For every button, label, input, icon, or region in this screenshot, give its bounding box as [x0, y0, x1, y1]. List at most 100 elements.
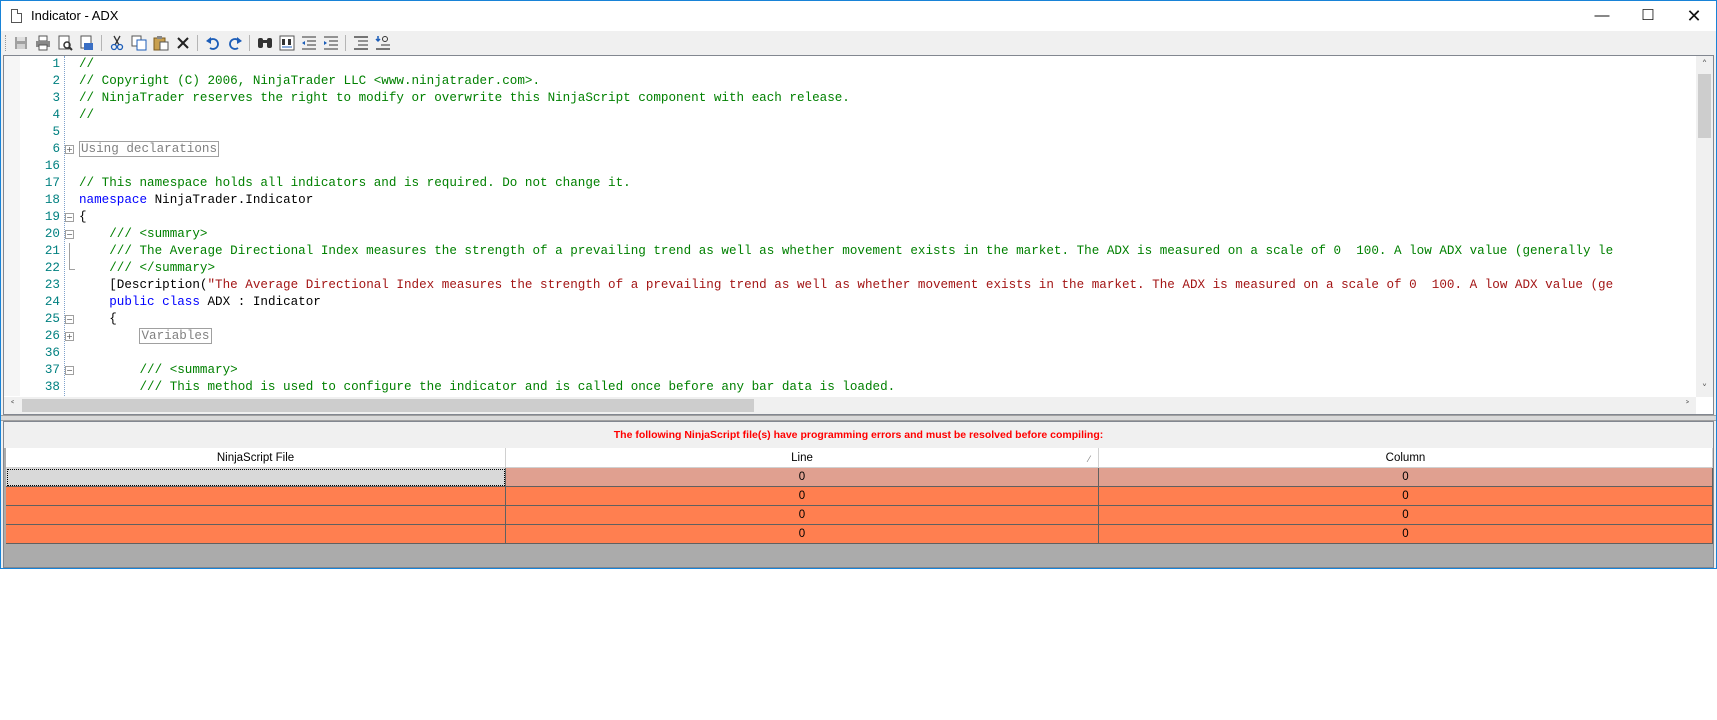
line-number: 4: [52, 108, 60, 122]
error-cell-column[interactable]: 0: [1099, 506, 1713, 525]
code-line[interactable]: 6 + Using declarations: [4, 141, 1694, 158]
error-cell-line[interactable]: 0: [506, 487, 1099, 506]
expand-region-icon[interactable]: +: [65, 145, 74, 154]
scroll-right-icon[interactable]: ˃: [1679, 397, 1696, 414]
fold-line-marker: [69, 243, 70, 260]
column-header-line[interactable]: Line ⁄: [506, 448, 1099, 468]
code-line[interactable]: 36: [4, 345, 1694, 362]
find-icon[interactable]: [257, 35, 273, 51]
line-number: 25: [44, 312, 60, 326]
error-cell-line[interactable]: 0: [506, 468, 1099, 487]
error-cell-column[interactable]: 0: [1099, 487, 1713, 506]
line-number: 20: [44, 227, 60, 241]
code-text: /// The Average Directional Index measur…: [79, 243, 1613, 260]
column-header-line-label: Line: [791, 452, 813, 464]
code-editor[interactable]: 1 // 2 // Copyright (C) 2006, NinjaTrader L…: [3, 55, 1714, 415]
code-text: // NinjaTrader reserves the right to mod…: [79, 90, 850, 107]
cut-icon[interactable]: [109, 35, 125, 51]
error-cell-file[interactable]: [6, 525, 506, 544]
line-number: 19: [44, 210, 60, 224]
code-line[interactable]: 37− /// <summary>: [4, 362, 1694, 379]
vertical-scrollbar[interactable]: ˄ ˅: [1696, 56, 1713, 397]
collapse-region-icon[interactable]: −: [65, 213, 74, 222]
code-line[interactable]: 19−{: [4, 209, 1694, 226]
code-line[interactable]: 38 /// This method is used to configure …: [4, 379, 1694, 396]
code-text: NinjaTrader.Indicator: [147, 193, 314, 207]
error-cell-column[interactable]: 0: [1099, 525, 1713, 544]
vertical-scroll-thumb[interactable]: [1698, 74, 1711, 138]
code-text: namespace NinjaTrader.Indicator: [79, 192, 313, 209]
line-number: 26: [44, 329, 60, 343]
page-setup-icon[interactable]: [79, 35, 95, 51]
print-preview-icon[interactable]: [57, 35, 73, 51]
code-line[interactable]: 5: [4, 124, 1694, 141]
minimize-button[interactable]: —: [1579, 1, 1625, 31]
toolbar-grip[interactable]: [5, 35, 8, 51]
maximize-button[interactable]: ☐: [1625, 1, 1671, 31]
error-cell-file[interactable]: [6, 468, 506, 487]
toolbar-separator: [249, 35, 250, 51]
save-icon[interactable]: [13, 35, 29, 51]
column-header-file[interactable]: NinjaScript File: [6, 448, 506, 468]
outdent-icon[interactable]: [301, 35, 317, 51]
paste-icon[interactable]: [153, 35, 169, 51]
scroll-left-icon[interactable]: ˂: [4, 397, 21, 414]
code-line[interactable]: 18 namespace NinjaTrader.Indicator: [4, 192, 1694, 209]
code-text: [Description("The Average Directional In…: [79, 277, 1613, 294]
code-line[interactable]: 21 /// The Average Directional Index mea…: [4, 243, 1694, 260]
scroll-down-icon[interactable]: ˅: [1696, 380, 1713, 397]
error-cell-column[interactable]: 0: [1099, 468, 1713, 487]
code-line[interactable]: 2 // Copyright (C) 2006, NinjaTrader LLC …: [4, 73, 1694, 90]
print-icon[interactable]: [35, 35, 51, 51]
code-line[interactable]: 3 // NinjaTrader reserves the right to mo…: [4, 90, 1694, 107]
document-icon: [11, 9, 22, 23]
error-cell-line[interactable]: 0: [506, 525, 1099, 544]
code-text: /// This method is used to configure the…: [79, 379, 895, 396]
collapsed-region-label[interactable]: Variables: [139, 328, 212, 344]
undo-icon[interactable]: [205, 35, 221, 51]
expand-region-icon[interactable]: +: [65, 332, 74, 341]
column-header-column[interactable]: Column: [1099, 448, 1713, 468]
code-text: public class ADX : Indicator: [79, 294, 321, 311]
uncomment-icon[interactable]: [375, 35, 391, 51]
attribute-text: [Description(: [79, 278, 208, 292]
toolbar-separator: [101, 35, 102, 51]
code-line[interactable]: 17 // This namespace holds all indicators…: [4, 175, 1694, 192]
error-cell-line[interactable]: 0: [506, 506, 1099, 525]
redo-icon[interactable]: [227, 35, 243, 51]
code-line[interactable]: 16: [4, 158, 1694, 175]
code-line[interactable]: 26 + Variables: [4, 328, 1694, 345]
code-line[interactable]: 22 /// </summary>: [4, 260, 1694, 277]
collapse-region-icon[interactable]: −: [65, 230, 74, 239]
line-number: 5: [52, 125, 60, 139]
horizontal-scrollbar[interactable]: ˂ ˃: [4, 397, 1696, 414]
horizontal-scroll-thumb[interactable]: [22, 399, 754, 412]
close-button[interactable]: ✕: [1671, 1, 1716, 31]
code-line[interactable]: 4 //: [4, 107, 1694, 124]
code-text: /// <summary>: [79, 362, 237, 379]
editor-window: Indicator - ADX — ☐ ✕ 1 // 2 // Copyright (…: [0, 0, 1717, 569]
replace-icon[interactable]: [279, 35, 295, 51]
scroll-up-icon[interactable]: ˄: [1696, 56, 1713, 73]
collapse-region-icon[interactable]: −: [65, 366, 74, 375]
line-number: 18: [44, 193, 60, 207]
title-bar[interactable]: Indicator - ADX — ☐ ✕: [1, 1, 1716, 31]
comment-icon[interactable]: [353, 35, 369, 51]
sort-indicator-icon: ⁄: [1088, 454, 1090, 464]
code-line[interactable]: 25− {: [4, 311, 1694, 328]
collapse-region-icon[interactable]: −: [65, 315, 74, 324]
code-line[interactable]: 23 [Description("The Average Directional…: [4, 277, 1694, 294]
copy-icon[interactable]: [131, 35, 147, 51]
keyword: public class: [109, 295, 200, 309]
indent-icon[interactable]: [323, 35, 339, 51]
code-text: {: [79, 312, 117, 326]
delete-icon[interactable]: [175, 35, 191, 51]
code-line[interactable]: 20− /// <summary>: [4, 226, 1694, 243]
code-line[interactable]: 1 //: [4, 56, 1694, 73]
collapsed-region-label[interactable]: Using declarations: [79, 141, 220, 157]
code-line[interactable]: 24 public class ADX : Indicator: [4, 294, 1694, 311]
error-cell-file[interactable]: [6, 487, 506, 506]
error-cell-file[interactable]: [6, 506, 506, 525]
fold-end-marker: [69, 260, 75, 270]
line-number: 17: [44, 176, 60, 190]
